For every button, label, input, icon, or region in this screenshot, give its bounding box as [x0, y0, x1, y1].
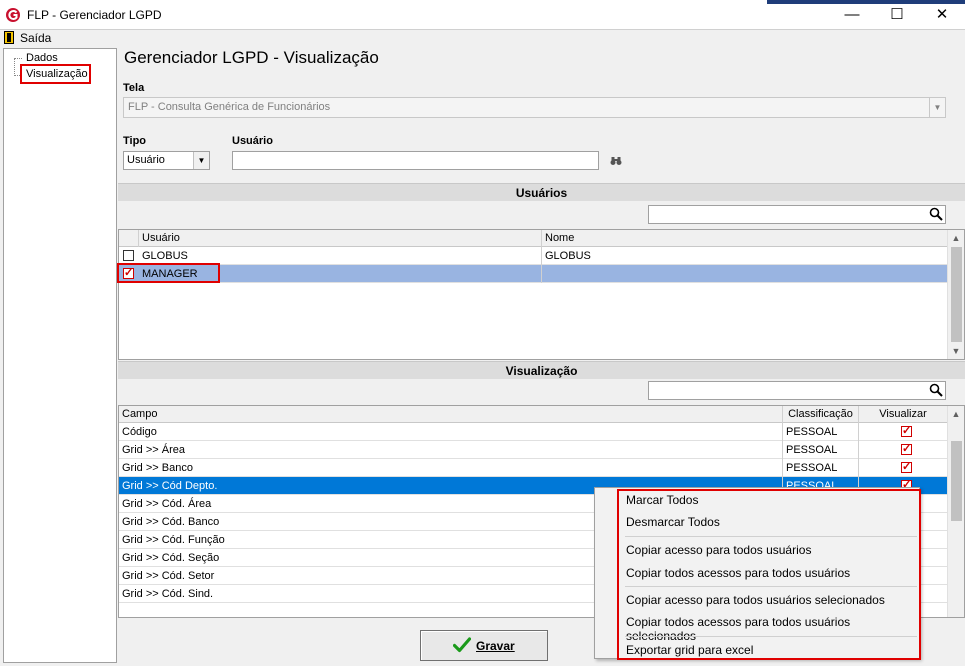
column-header-usuario[interactable]: Usuário: [139, 230, 542, 247]
cell-classificacao: PESSOAL: [783, 459, 859, 477]
cell-nome: [542, 265, 942, 283]
visualizar-checkbox[interactable]: [901, 460, 912, 473]
table-row[interactable]: Código PESSOAL: [119, 423, 947, 441]
search-icon[interactable]: [929, 383, 943, 397]
tipo-select[interactable]: Usuário ▼: [123, 151, 210, 170]
tela-label: Tela: [123, 82, 145, 94]
visualizacao-scrollbar[interactable]: ▲: [947, 406, 964, 617]
column-header-visualizar[interactable]: Visualizar: [859, 406, 947, 423]
column-header-classificacao[interactable]: Classificação: [783, 406, 859, 423]
tree-item-visualizacao[interactable]: Visualização: [26, 68, 88, 80]
tree-connector: [14, 58, 15, 76]
search-icon[interactable]: [929, 207, 943, 221]
page-title: Gerenciador LGPD - Visualização: [124, 48, 379, 67]
column-header-nome[interactable]: Nome: [542, 230, 942, 247]
tipo-value: Usuário: [127, 154, 165, 166]
table-row[interactable]: Grid >> Área PESSOAL: [119, 441, 947, 459]
visualizacao-section-header: Visualização: [118, 361, 965, 379]
tela-value: FLP - Consulta Genérica de Funcionários: [128, 101, 331, 113]
cell-classificacao: PESSOAL: [783, 441, 859, 459]
usuarios-scrollbar[interactable]: ▲ ▼: [947, 230, 964, 359]
visualizar-checkbox[interactable]: [901, 424, 912, 437]
tipo-label: Tipo: [123, 135, 147, 147]
chevron-down-icon[interactable]: ▼: [193, 152, 209, 169]
visualizar-checkbox[interactable]: [901, 442, 912, 455]
table-row[interactable]: Grid >> Banco PESSOAL: [119, 459, 947, 477]
scroll-thumb[interactable]: [951, 441, 962, 521]
grid-header: Usuário Nome: [119, 230, 947, 247]
chevron-up-icon[interactable]: ▲: [948, 406, 964, 422]
grid-header: Campo Classificação Visualizar: [119, 406, 947, 423]
chevron-down-icon[interactable]: ▼: [948, 343, 964, 359]
checkmark-icon: [453, 637, 471, 653]
usuarios-section-header: Usuários: [118, 183, 965, 201]
tree-item-dados[interactable]: Dados: [26, 52, 58, 64]
table-row[interactable]: GLOBUS GLOBUS: [119, 247, 947, 265]
close-button[interactable]: ✕: [919, 0, 965, 30]
header-checkbox-col: [119, 230, 139, 247]
binoculars-icon[interactable]: [610, 156, 622, 166]
usuario-input[interactable]: [232, 151, 599, 170]
menu-exit[interactable]: Saída: [20, 31, 51, 45]
exit-door-icon[interactable]: [4, 31, 16, 44]
table-row-selected[interactable]: MANAGER: [119, 265, 947, 283]
cell-nome: GLOBUS: [545, 250, 591, 262]
scroll-thumb[interactable]: [951, 247, 962, 342]
menu-bar: [0, 30, 965, 47]
usuario-label: Usuário: [232, 135, 273, 147]
save-button-label: Gravar: [476, 639, 515, 653]
column-header-campo[interactable]: Campo: [119, 406, 783, 423]
navigation-tree: [3, 48, 117, 663]
app-logo-icon: [6, 8, 20, 22]
tela-combobox: FLP - Consulta Genérica de Funcionários: [123, 97, 946, 118]
window-title: FLP - Gerenciador LGPD: [27, 8, 162, 22]
chevron-up-icon[interactable]: ▲: [948, 230, 964, 246]
usuarios-grid: Usuário Nome GLOBUS GLOBUS MANAGER ▲ ▼: [118, 229, 965, 360]
usuarios-search-input[interactable]: [648, 205, 946, 224]
chevron-down-icon: ▼: [929, 98, 945, 117]
minimize-button[interactable]: —: [829, 0, 875, 30]
cell-campo: Código: [119, 423, 783, 441]
cell-classificacao: PESSOAL: [783, 423, 859, 441]
visualizacao-search-input[interactable]: [648, 381, 946, 400]
highlight-box: [617, 489, 921, 660]
maximize-button[interactable]: ☐: [874, 0, 920, 30]
cell-campo: Grid >> Área: [119, 441, 783, 459]
highlight-box: [117, 263, 220, 283]
row-checkbox[interactable]: [123, 250, 134, 261]
cell-campo: Grid >> Banco: [119, 459, 783, 477]
tree-connector: [14, 58, 22, 59]
